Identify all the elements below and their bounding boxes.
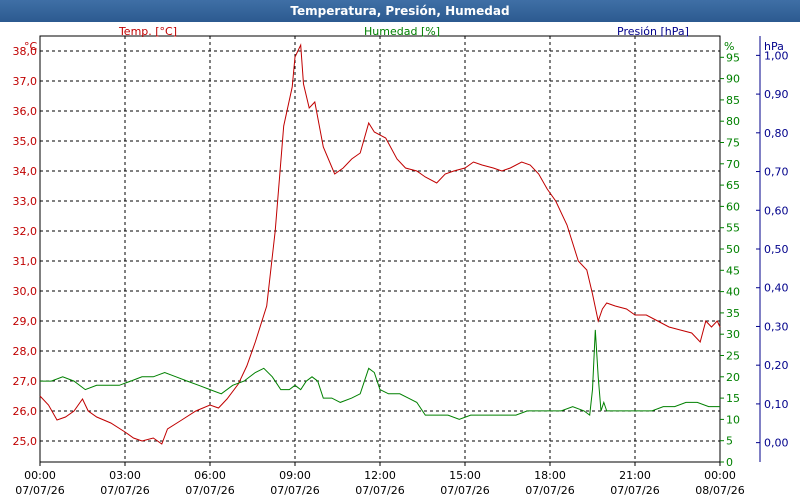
humidity-tick-label: 0 <box>726 456 733 469</box>
humidity-tick-label: 15 <box>726 392 740 405</box>
line-chart: 25,0 26,0 27,0 28,0 29,0 30,0 31,0 32,0 33,0 34,0… <box>13 25 789 497</box>
pressure-unit-label: hPa <box>764 40 784 53</box>
legend-pressure: Presión [hPa] <box>617 25 689 38</box>
pressure-tick-label: 0,70 <box>764 166 789 179</box>
time-tick-label: 00:00 <box>704 469 736 482</box>
humidity-tick-label: 75 <box>726 137 740 150</box>
pressure-tick-label: 0,80 <box>764 127 789 140</box>
date-tick-label: 07/07/26 <box>525 484 574 497</box>
date-tick-label: 07/07/26 <box>185 484 234 497</box>
time-tick-label: 15:00 <box>449 469 481 482</box>
humidity-tick-label: 60 <box>726 200 740 213</box>
humidity-tick-label: 35 <box>726 307 740 320</box>
time-axis: 00:00 07/07/26 03:00 07/07/26 06:00 07/07/26 0… <box>15 462 745 497</box>
time-tick-label: 03:00 <box>109 469 141 482</box>
temperature-tick-label: 33,0 <box>13 195 38 208</box>
humidity-tick-label: 50 <box>726 243 740 256</box>
humidity-tick-label: 85 <box>726 94 740 107</box>
date-tick-label: 07/07/26 <box>355 484 404 497</box>
humidity-tick-label: 45 <box>726 264 740 277</box>
humidity-tick-label: 30 <box>726 328 740 341</box>
legend-humidity: Humedad [%] <box>364 25 440 38</box>
temperature-tick-label: 31,0 <box>13 255 38 268</box>
pressure-tick-label: 0,50 <box>764 243 789 256</box>
date-tick-label: 07/07/26 <box>270 484 319 497</box>
humidity-tick-label: 90 <box>726 73 740 86</box>
humidity-tick-label: 95 <box>726 51 740 64</box>
pressure-tick-label: 0,90 <box>764 88 789 101</box>
legend-temperature: Temp. [°C] <box>118 25 177 38</box>
time-tick-label: 09:00 <box>279 469 311 482</box>
humidity-tick-label: 10 <box>726 413 740 426</box>
temperature-axis: 25,0 26,0 27,0 28,0 29,0 30,0 31,0 32,0 33,0 34,0… <box>13 45 38 448</box>
time-tick-label: 06:00 <box>194 469 226 482</box>
temperature-tick-label: 34,0 <box>13 165 38 178</box>
date-tick-label: 08/07/26 <box>695 484 744 497</box>
humidity-tick-label: 20 <box>726 371 740 384</box>
temperature-tick-label: 25,0 <box>13 435 38 448</box>
temperature-tick-label: 36,0 <box>13 105 38 118</box>
temperature-tick-label: 35,0 <box>13 135 38 148</box>
date-tick-label: 07/07/26 <box>15 484 64 497</box>
temperature-tick-label: 32,0 <box>13 225 38 238</box>
humidity-tick-label: 70 <box>726 158 740 171</box>
humidity-unit-label: % <box>724 40 734 53</box>
humidity-axis: 0 5 10 15 20 25 30 35 40 45 50 55 60 65 70 75 80 85 90 95 <box>720 51 740 469</box>
humidity-tick-label: 25 <box>726 350 740 363</box>
chart-title: Temperatura, Presión, Humedad <box>0 0 800 22</box>
pressure-tick-label: 0,40 <box>764 282 789 295</box>
date-tick-label: 07/07/26 <box>610 484 659 497</box>
time-tick-label: 00:00 <box>24 469 56 482</box>
temperature-tick-label: 26,0 <box>13 405 38 418</box>
temperature-unit-label: °C <box>24 40 38 53</box>
temperature-tick-label: 29,0 <box>13 315 38 328</box>
temperature-tick-label: 37,0 <box>13 75 38 88</box>
pressure-tick-label: 0,00 <box>764 437 789 450</box>
humidity-tick-label: 65 <box>726 179 740 192</box>
humidity-tick-label: 55 <box>726 222 740 235</box>
pressure-axis: 0,00 0,10 0,20 0,30 0,40 0,50 0,60 0,70 0,80 0,90… <box>756 36 789 462</box>
time-tick-label: 12:00 <box>364 469 396 482</box>
humidity-tick-label: 80 <box>726 115 740 128</box>
time-tick-label: 18:00 <box>534 469 566 482</box>
pressure-tick-label: 0,20 <box>764 359 789 372</box>
temperature-tick-label: 27,0 <box>13 375 38 388</box>
pressure-tick-label: 0,30 <box>764 320 789 333</box>
humidity-tick-label: 40 <box>726 286 740 299</box>
temperature-tick-label: 28,0 <box>13 345 38 358</box>
temperature-tick-label: 30,0 <box>13 285 38 298</box>
pressure-tick-label: 0,60 <box>764 204 789 217</box>
pressure-tick-label: 0,10 <box>764 398 789 411</box>
chart-window: 25,0 26,0 27,0 28,0 29,0 30,0 31,0 32,0 33,0 34,0… <box>0 0 800 500</box>
date-tick-label: 07/07/26 <box>100 484 149 497</box>
time-tick-label: 21:00 <box>619 469 651 482</box>
date-tick-label: 07/07/26 <box>440 484 489 497</box>
humidity-tick-label: 5 <box>726 435 733 448</box>
